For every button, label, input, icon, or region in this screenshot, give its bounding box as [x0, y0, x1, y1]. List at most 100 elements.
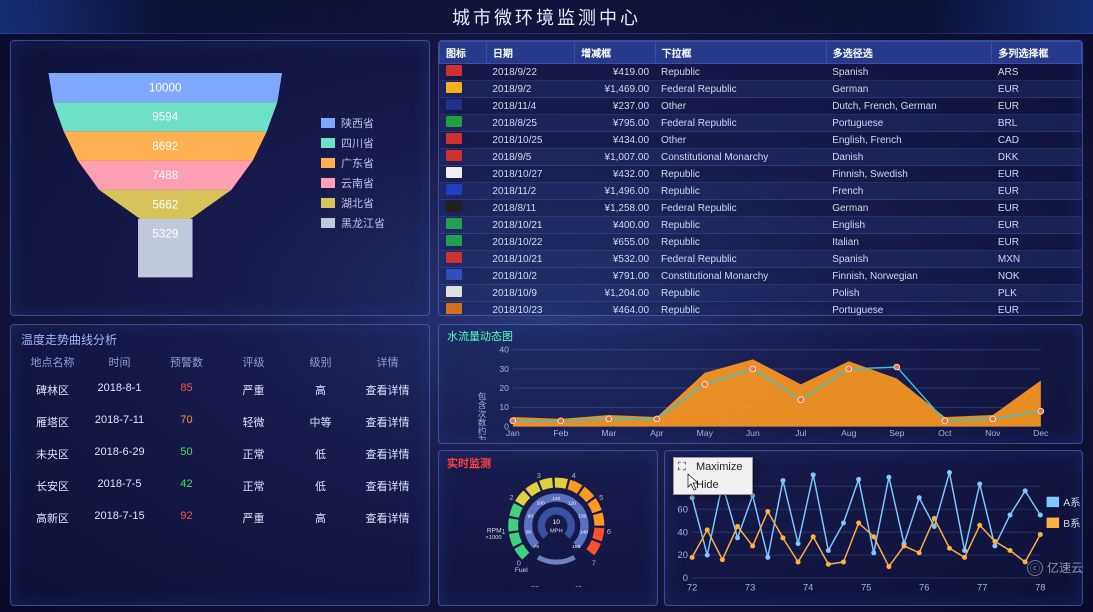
funnel-chart[interactable]: 1000095948692748856625329	[29, 61, 321, 305]
temp-row: 碑林区2018-8-185严重高 查看详情	[11, 374, 429, 406]
svg-text:Mar: Mar	[601, 428, 616, 438]
flag-icon	[446, 150, 462, 161]
temp-row: 长安区2018-7-542正常低 查看详情	[11, 470, 429, 502]
temp-header: 地点名称时间预警数评级级别详情	[11, 350, 429, 374]
svg-text:20: 20	[499, 383, 509, 393]
detail-link[interactable]: 查看详情	[354, 414, 421, 430]
table-row[interactable]: 2018/9/22¥419.00RepublicSpanishARS	[440, 64, 1082, 81]
svg-text:7: 7	[592, 559, 596, 568]
svg-text:4: 4	[572, 471, 576, 480]
svg-text:×1000: ×1000	[485, 535, 501, 541]
svg-text:Jan: Jan	[506, 428, 520, 438]
detail-link[interactable]: 查看详情	[354, 382, 421, 398]
col-header[interactable]: 多选径选	[826, 42, 992, 64]
area-panel: 水流量动态图 010203040包含次数约为单位JanFebMarAprMayJ…	[438, 324, 1083, 444]
table-row[interactable]: 2018/9/5¥1,007.00Constitutional Monarchy…	[440, 149, 1082, 166]
svg-text:Dec: Dec	[1033, 428, 1049, 438]
temp-panel: 温度走势曲线分析 地点名称时间预警数评级级别详情 碑林区2018-8-185严重…	[10, 324, 430, 606]
flag-icon	[446, 82, 462, 93]
svg-text:Aug: Aug	[841, 428, 857, 438]
area-chart[interactable]: 010203040包含次数约为单位JanFebMarAprMayJunJulAu…	[439, 344, 1082, 440]
menu-item[interactable]: ⛶Maximize	[674, 458, 752, 476]
svg-text:73: 73	[745, 583, 755, 593]
svg-text:Fuel: Fuel	[515, 567, 528, 574]
table-row[interactable]: 2018/10/27¥432.00RepublicFinnish, Swedis…	[440, 166, 1082, 183]
svg-text:20: 20	[677, 550, 687, 560]
menu-item[interactable]: Hide	[674, 476, 752, 494]
legend-item[interactable]: 四川省	[321, 135, 411, 151]
svg-text:B系: B系	[1063, 518, 1080, 530]
col-header[interactable]: 增减框	[575, 42, 655, 64]
temp-row: 未央区2018-6-2950正常低 查看详情	[11, 438, 429, 470]
data-table-panel: 图标日期增减框下拉框多选径选多列选择框 2018/9/22¥419.00Repu…	[438, 40, 1083, 316]
flag-icon	[446, 133, 462, 144]
svg-text:40: 40	[677, 527, 687, 537]
col-header[interactable]: 日期	[486, 42, 574, 64]
watermark: ⓒ 亿速云	[1027, 559, 1083, 576]
detail-link[interactable]: 查看详情	[354, 446, 421, 462]
legend-item[interactable]: 湖北省	[321, 195, 411, 211]
table-row[interactable]: 2018/10/25¥434.00OtherEnglish, FrenchCAD	[440, 132, 1082, 149]
svg-text:40: 40	[574, 584, 582, 587]
table-row[interactable]: 2018/11/2¥1,496.00RepublicFrenchEUR	[440, 183, 1082, 200]
svg-text:Oct: Oct	[938, 428, 952, 438]
table-row[interactable]: 2018/9/2¥1,469.00Federal RepublicGermanE…	[440, 81, 1082, 98]
flag-icon	[446, 65, 462, 76]
flag-icon	[446, 269, 462, 280]
table-row[interactable]: 2018/8/25¥795.00Federal RepublicPortugue…	[440, 115, 1082, 132]
svg-text:Apr: Apr	[650, 428, 664, 438]
svg-text:76: 76	[919, 583, 929, 593]
flag-icon	[446, 116, 462, 127]
col-header[interactable]: 多列选择框	[992, 42, 1082, 64]
legend-item[interactable]: 陕西省	[321, 115, 411, 131]
detail-link[interactable]: 查看详情	[354, 510, 421, 526]
gauge-chart[interactable]: 0123456770809010011012013014015010MPHRPM…	[439, 471, 657, 587]
svg-text:Jun: Jun	[746, 428, 760, 438]
svg-text:9594: 9594	[152, 111, 178, 124]
svg-text:72: 72	[687, 583, 697, 593]
flag-icon	[446, 303, 462, 314]
svg-text:8692: 8692	[152, 140, 178, 153]
temp-row: 雁塔区2018-7-1170轻微中等 查看详情	[11, 406, 429, 438]
col-header[interactable]: 下拉框	[655, 42, 826, 64]
svg-text:60: 60	[677, 504, 687, 514]
svg-text:78: 78	[1035, 583, 1045, 593]
svg-text:74: 74	[803, 583, 813, 593]
svg-text:130: 130	[578, 513, 587, 519]
flag-icon	[446, 201, 462, 212]
context-menu[interactable]: ⛶Maximize Hide	[673, 457, 753, 495]
svg-text:1: 1	[502, 527, 506, 536]
series-panel: 02040608072737475767778A系B系 ⛶Maximize Hi…	[664, 450, 1083, 606]
col-header[interactable]: 图标	[440, 42, 487, 64]
maximize-icon: ⛶	[678, 461, 686, 474]
flag-icon	[446, 218, 462, 229]
temp-row: 高新区2018-7-1592严重高 查看详情	[11, 502, 429, 534]
table-row[interactable]: 2018/10/9¥1,204.00RepublicPolishPLK	[440, 285, 1082, 302]
data-table[interactable]: 图标日期增减框下拉框多选径选多列选择框 2018/9/22¥419.00Repu…	[439, 41, 1082, 316]
table-row[interactable]: 2018/10/2¥791.00Constitutional MonarchyF…	[440, 268, 1082, 285]
svg-text:Sep: Sep	[889, 428, 905, 438]
table-row[interactable]: 2018/10/23¥464.00RepublicPortugueseEUR	[440, 302, 1082, 317]
table-row[interactable]: 2018/10/21¥532.00Federal RepublicSpanish…	[440, 251, 1082, 268]
cursor-icon	[687, 473, 701, 491]
gauge-panel: 实时监测 0123456770809010011012013014015010M…	[438, 450, 658, 606]
svg-text:5662: 5662	[152, 198, 178, 211]
legend-item[interactable]: 黑龙江省	[321, 215, 411, 231]
legend-item[interactable]: 广东省	[321, 155, 411, 171]
svg-text:40: 40	[499, 345, 509, 355]
svg-text:150: 150	[572, 544, 581, 550]
svg-text:5329: 5329	[152, 228, 178, 241]
legend-item[interactable]: 云南省	[321, 175, 411, 191]
flag-icon	[446, 252, 462, 263]
svg-text:75: 75	[861, 583, 871, 593]
table-row[interactable]: 2018/10/22¥655.00RepublicItalianEUR	[440, 234, 1082, 251]
svg-text:5: 5	[599, 493, 603, 502]
table-row[interactable]: 2018/11/4¥237.00OtherDutch, French, Germ…	[440, 98, 1082, 115]
detail-link[interactable]: 查看详情	[354, 478, 421, 494]
svg-text:3: 3	[537, 471, 541, 480]
svg-text:A系: A系	[1063, 497, 1080, 509]
table-row[interactable]: 2018/10/21¥400.00RepublicEnglishEUR	[440, 217, 1082, 234]
svg-text:10000: 10000	[149, 82, 182, 95]
svg-text:30: 30	[499, 364, 509, 374]
table-row[interactable]: 2018/8/11¥1,258.00Federal RepublicGerman…	[440, 200, 1082, 217]
